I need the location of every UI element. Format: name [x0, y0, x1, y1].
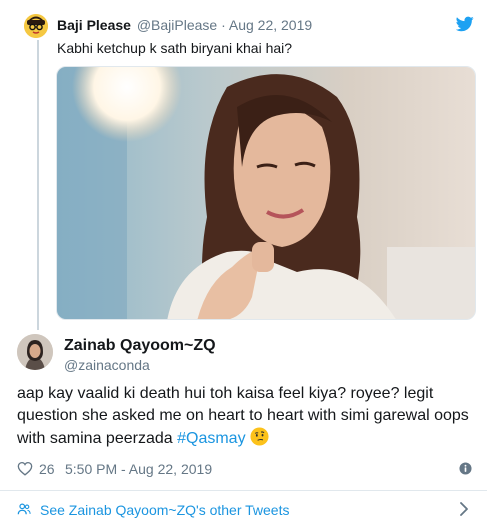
quoted-tweet-header: Baji Please @BajiPlease · Aug 22, 2019	[57, 16, 312, 34]
thread-line	[37, 40, 39, 330]
other-tweets-link[interactable]: See Zainab Qayoom~ZQ's other Tweets	[0, 491, 487, 525]
zainab-avatar[interactable]	[17, 334, 53, 370]
tweet-author-name[interactable]: Zainab Qayoom~ZQ	[64, 336, 216, 356]
quoted-tweet[interactable]: Baji Please @BajiPlease · Aug 22, 2019 K…	[0, 0, 487, 330]
tweet-meta-row: 26 5:50 PM - Aug 22, 2019	[17, 458, 473, 480]
baji-please-avatar[interactable]	[24, 14, 48, 38]
quoted-author-name[interactable]: Baji Please	[57, 17, 131, 33]
twitter-bird-icon[interactable]	[456, 16, 474, 32]
quoted-tweet-photo[interactable]	[56, 66, 476, 320]
other-tweets-label[interactable]: See Zainab Qayoom~ZQ's other Tweets	[40, 501, 289, 519]
info-icon[interactable]	[459, 462, 472, 475]
people-icon	[17, 503, 31, 515]
heart-icon[interactable]	[17, 461, 33, 476]
hashtag-link[interactable]: #Qasmay	[177, 430, 245, 447]
tweet-timestamp[interactable]: 5:50 PM - Aug 22, 2019	[65, 461, 212, 477]
quoted-author-meta: @BajiPlease · Aug 22, 2019	[136, 17, 313, 33]
quoted-tweet-text: Kabhi ketchup k sath biryani khai hai?	[57, 40, 293, 56]
thinking-face-emoji	[250, 427, 269, 446]
chevron-right-icon[interactable]	[458, 501, 470, 517]
like-count[interactable]: 26	[39, 461, 55, 477]
tweet-text: aap kay vaalid ki death hui toh kaisa fe…	[17, 383, 473, 450]
tweet-author-handle[interactable]: @zainaconda	[64, 356, 150, 374]
